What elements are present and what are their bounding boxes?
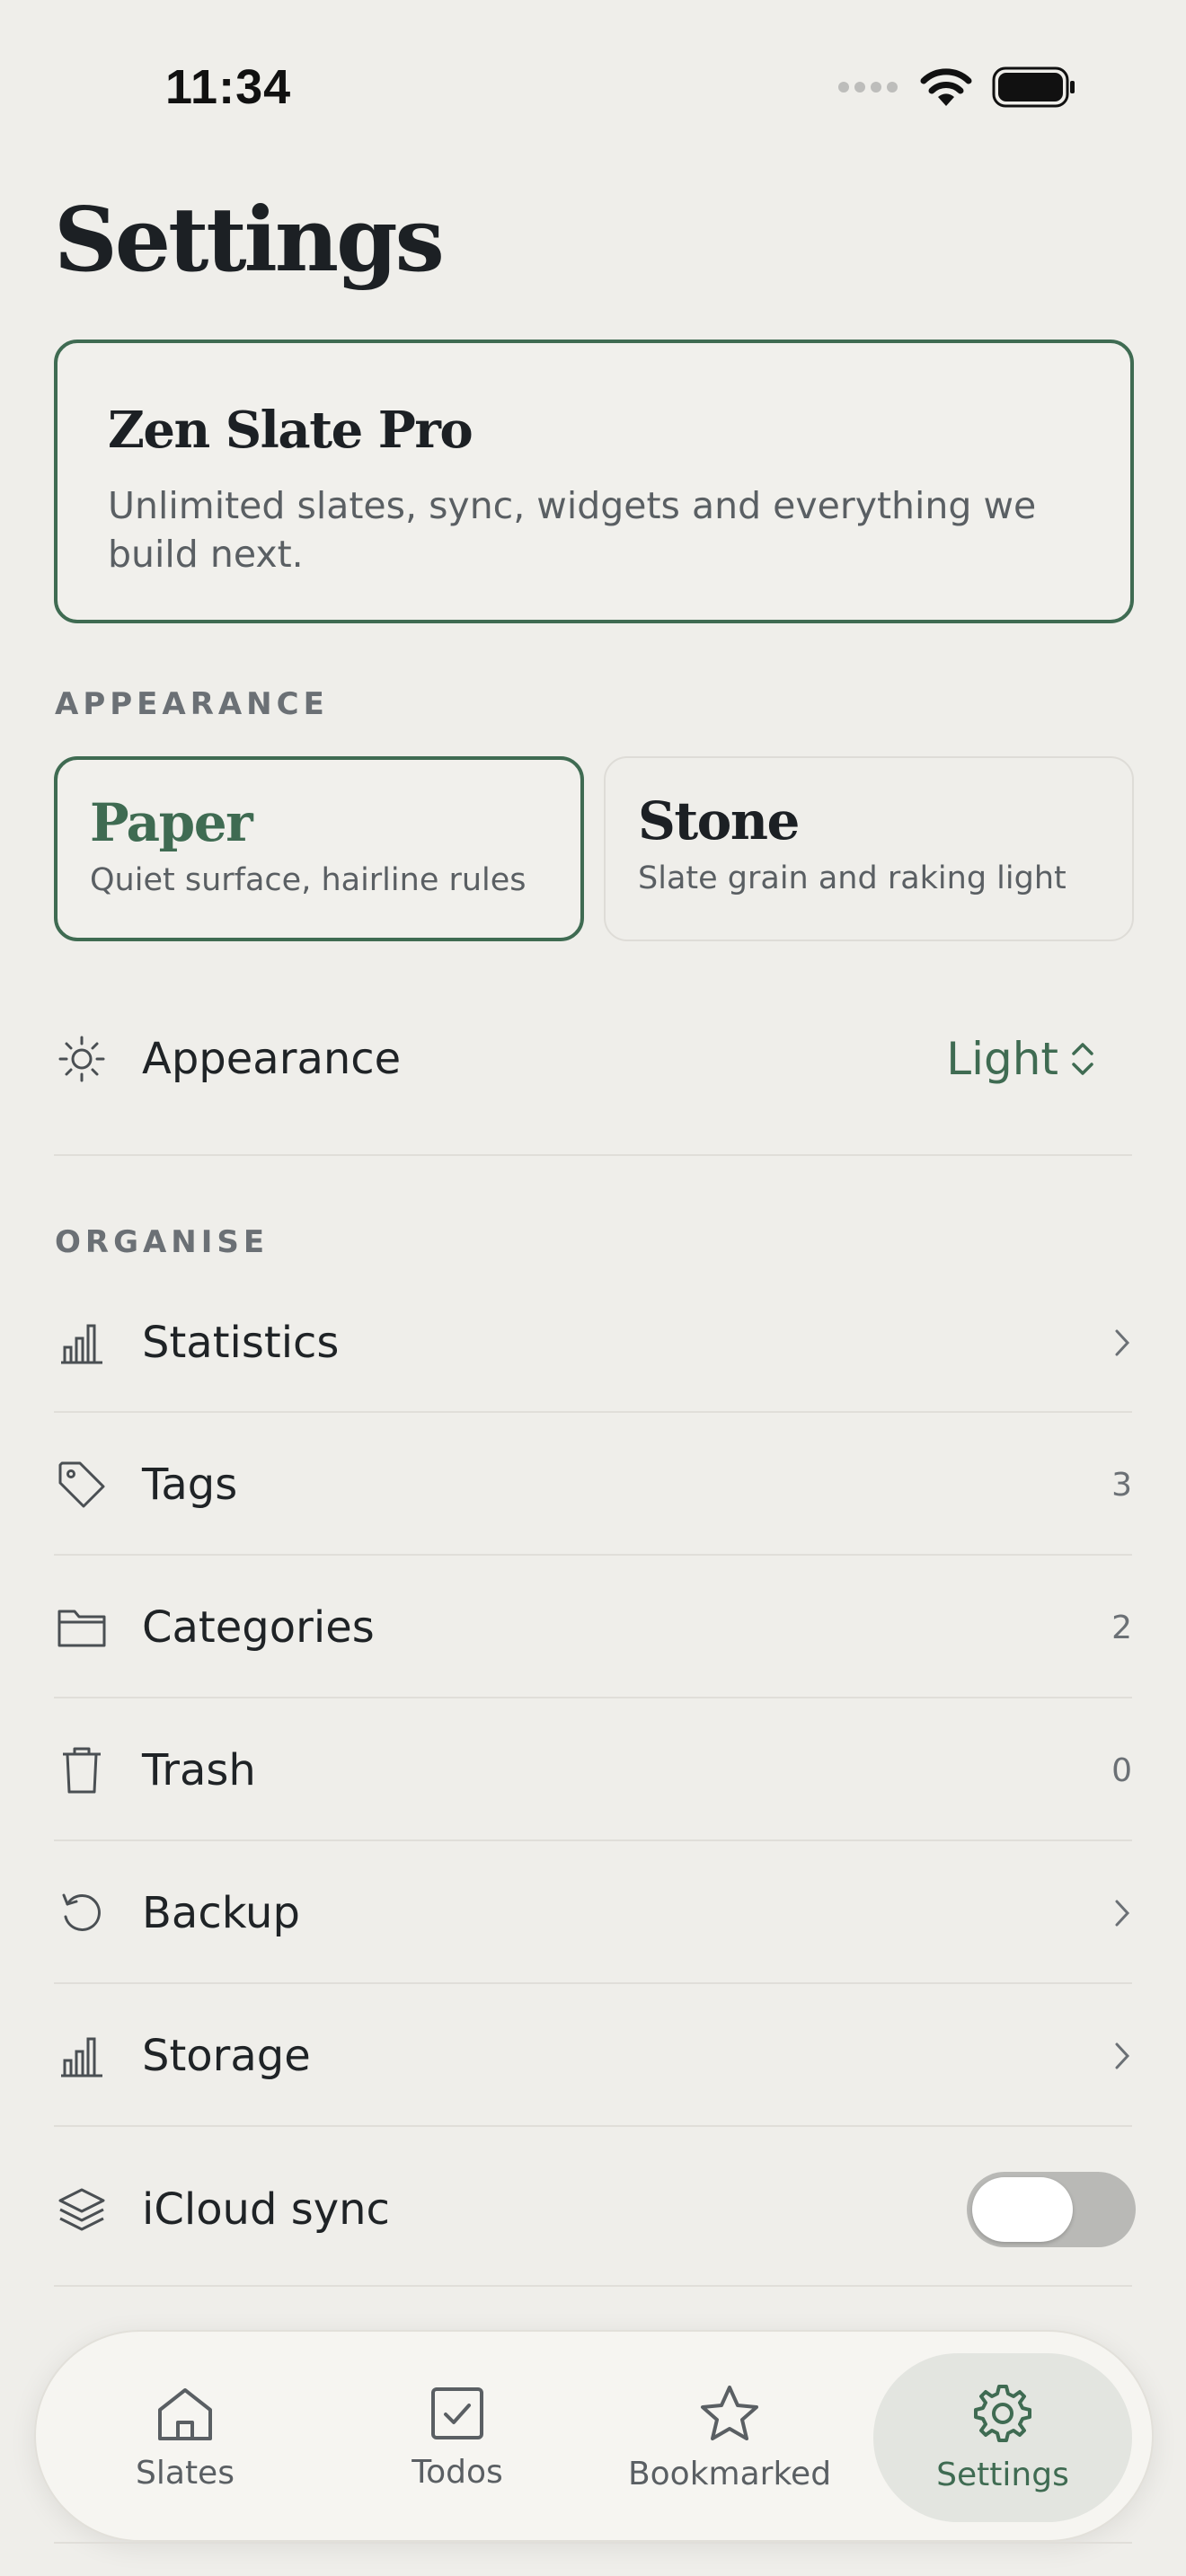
settings-row-trash[interactable]: Trash 0 — [54, 1699, 1132, 1841]
settings-row-tags[interactable]: Tags 3 — [54, 1414, 1132, 1556]
pro-title: Zen Slate Pro — [108, 401, 474, 460]
row-label: Storage — [142, 2031, 311, 2081]
bar-chart-icon — [54, 1315, 110, 1371]
wifi-icon — [920, 68, 972, 106]
tab-label: Bookmarked — [627, 2455, 832, 2492]
checkbox-icon — [431, 2386, 483, 2439]
appearance-mode-value: Light — [946, 1033, 1058, 1085]
status-bar: 11:34 — [0, 0, 1186, 171]
folder-icon — [54, 1600, 110, 1655]
tab-label: Todos — [412, 2453, 503, 2491]
appearance-mode-label: Appearance — [142, 1034, 402, 1084]
theme-description: Quiet surface, hairline rules — [90, 862, 527, 898]
icloud-sync-toggle[interactable] — [967, 2172, 1136, 2247]
divider — [54, 1154, 1132, 1156]
appearance-section-label: APPEARANCE — [55, 686, 329, 722]
tab-slates[interactable]: Slates — [56, 2353, 314, 2522]
tab-todos[interactable]: Todos — [328, 2353, 587, 2522]
sun-icon — [54, 1031, 110, 1087]
count-badge: 0 — [1111, 1751, 1132, 1789]
battery-icon — [992, 66, 1075, 108]
theme-name: Paper — [90, 792, 253, 853]
tab-label: Slates — [136, 2454, 235, 2492]
row-label: Tags — [142, 1460, 238, 1510]
count-badge: 3 — [1111, 1466, 1132, 1504]
row-label: Statistics — [142, 1318, 340, 1368]
pro-upgrade-card[interactable]: Zen Slate Pro Unlimited slates, sync, wi… — [54, 340, 1134, 623]
theme-card-stone[interactable]: Stone Slate grain and raking light — [604, 756, 1134, 941]
trash-icon — [54, 1742, 110, 1798]
divider — [54, 1554, 1132, 1556]
bar-chart-icon — [54, 2028, 110, 2084]
appearance-mode-row[interactable]: Appearance Light — [54, 988, 1132, 1130]
row-label: Backup — [142, 1888, 300, 1938]
pro-description: Unlimited slates, sync, widgets and ever… — [108, 484, 1037, 576]
settings-row-statistics[interactable]: Statistics — [54, 1272, 1132, 1414]
gear-icon — [974, 2384, 1031, 2442]
divider — [54, 1839, 1132, 1841]
chevron-right-icon — [1115, 2042, 1130, 2069]
divider — [54, 2542, 1132, 2544]
theme-description: Slate grain and raking light — [638, 860, 1067, 896]
tag-icon — [54, 1457, 110, 1513]
count-badge: 2 — [1111, 1609, 1132, 1646]
tab-settings[interactable]: Settings — [873, 2353, 1132, 2522]
home-icon — [158, 2387, 212, 2440]
chevron-up-down-icon — [1072, 1043, 1093, 1075]
row-label: iCloud sync — [142, 2184, 390, 2235]
organise-section-label: ORGANISE — [55, 1224, 270, 1260]
layers-icon — [54, 2182, 110, 2237]
divider — [54, 1982, 1132, 1984]
chevron-right-icon — [1115, 1900, 1130, 1927]
star-icon — [701, 2385, 758, 2440]
tab-label: Settings — [936, 2456, 1069, 2493]
settings-row-backup[interactable]: Backup — [54, 1842, 1132, 1984]
chevron-right-icon — [1115, 1329, 1130, 1356]
divider — [54, 2285, 1132, 2287]
toggle-knob — [972, 2177, 1073, 2242]
divider — [54, 1697, 1132, 1698]
status-time: 11:34 — [165, 60, 292, 114]
tab-bookmarked[interactable]: Bookmarked — [600, 2353, 859, 2522]
restore-icon — [54, 1885, 110, 1941]
status-icons — [837, 65, 1076, 110]
row-label: Trash — [142, 1745, 256, 1795]
settings-row-icloud-sync[interactable]: iCloud sync — [54, 2138, 1136, 2281]
theme-name: Stone — [638, 790, 800, 851]
tab-bar: Slates Todos Bookmarked Settings — [34, 2330, 1154, 2542]
theme-card-paper[interactable]: Paper Quiet surface, hairline rules — [54, 756, 584, 941]
row-label: Categories — [142, 1602, 375, 1653]
settings-row-categories[interactable]: Categories 2 — [54, 1557, 1132, 1698]
divider — [54, 2125, 1132, 2127]
divider — [54, 1411, 1132, 1413]
page-title: Settings — [54, 189, 445, 292]
cellular-signal-icon — [838, 82, 898, 93]
settings-row-storage[interactable]: Storage — [54, 1985, 1132, 2127]
appearance-mode-picker[interactable]: Light — [946, 1033, 1096, 1085]
